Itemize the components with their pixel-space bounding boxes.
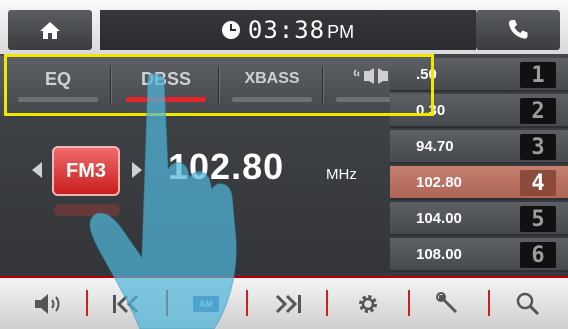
preset-frequency: 102.80 (416, 173, 462, 191)
volume-button[interactable] (18, 286, 78, 322)
divider (488, 290, 490, 316)
search-icon (516, 292, 540, 316)
radio-screen: 03:38 PM EQ DBSS XBASS FM3 102.80 MHz .5… (0, 0, 568, 329)
home-button[interactable] (8, 10, 92, 50)
divider (322, 66, 324, 104)
phone-icon (508, 20, 528, 39)
divider (166, 290, 168, 316)
volume-icon (35, 294, 60, 314)
am-band-icon: AM (193, 296, 219, 312)
preset-number: 6 (520, 242, 556, 268)
preset-number: 4 (520, 170, 556, 196)
preset-item[interactable]: 108.00 6 (390, 238, 568, 272)
frequency-unit: MHz (326, 166, 357, 183)
clock-icon (221, 21, 240, 39)
clock-ampm: PM (327, 21, 355, 42)
preset-number: 1 (520, 62, 556, 88)
home-icon (40, 22, 60, 39)
tools-icon (436, 292, 457, 313)
seek-back-button[interactable] (96, 286, 156, 322)
search-button[interactable] (498, 286, 558, 322)
clock-display: 03:38 PM (100, 10, 476, 50)
eq-button[interactable]: EQ (12, 64, 104, 104)
divider (326, 290, 328, 316)
am-band-button[interactable]: AM (176, 286, 236, 322)
preset-number: 2 (520, 98, 556, 124)
divider (408, 290, 410, 316)
phone-button[interactable] (476, 10, 560, 50)
dbss-label: DBSS (140, 68, 191, 89)
dbss-button[interactable]: DBSS (120, 64, 212, 104)
divider (86, 290, 88, 316)
preset-frequency: 104.00 (416, 209, 462, 227)
seek-forward-button[interactable] (258, 286, 318, 322)
top-bar: 03:38 PM (0, 0, 568, 54)
preset-item[interactable]: 104.00 5 (390, 202, 568, 236)
am-band-label: AM (199, 299, 213, 309)
preset-item-active[interactable]: 102.80 4 (390, 166, 568, 200)
xbass-button[interactable]: XBASS (226, 64, 318, 104)
band-label: FM3 (66, 159, 106, 182)
clock-time: 03:38 (247, 16, 326, 44)
settings-icon (359, 295, 377, 313)
tuner-panel (0, 118, 390, 274)
xbass-indicator (232, 96, 312, 102)
preset-number: 5 (520, 206, 556, 232)
preset-frequency: 108.00 (416, 245, 462, 263)
preset-list: .50 1 0.30 2 94.70 3 102.80 4 104.00 5 1… (390, 56, 568, 274)
preset-frequency: 0.30 (416, 101, 446, 119)
divider (110, 66, 112, 104)
tools-button[interactable] (418, 286, 478, 322)
preset-frequency: .50 (416, 65, 437, 83)
preset-item[interactable]: .50 1 (390, 58, 568, 92)
divider (246, 290, 248, 316)
sound-effect-bar: EQ DBSS XBASS (0, 56, 430, 116)
divider (218, 66, 220, 104)
eq-indicator (18, 96, 98, 102)
preset-frequency: 94.70 (416, 137, 454, 155)
seek-forward-icon (275, 294, 301, 314)
band-next-arrow-icon[interactable] (132, 162, 142, 178)
band-button[interactable]: FM3 (52, 146, 120, 196)
current-frequency: 102.80 (168, 146, 285, 187)
eq-label: EQ (44, 68, 71, 89)
preset-item[interactable]: 0.30 2 (390, 94, 568, 128)
seek-back-icon (113, 294, 139, 314)
band-reflection (54, 204, 120, 216)
settings-button[interactable] (338, 286, 398, 322)
band-prev-arrow-icon[interactable] (32, 162, 42, 178)
xbass-label: XBASS (244, 69, 300, 87)
bottom-control-bar: AM (0, 276, 568, 329)
preset-item[interactable]: 94.70 3 (390, 130, 568, 164)
dbss-indicator (126, 96, 206, 102)
preset-number: 3 (520, 134, 556, 160)
